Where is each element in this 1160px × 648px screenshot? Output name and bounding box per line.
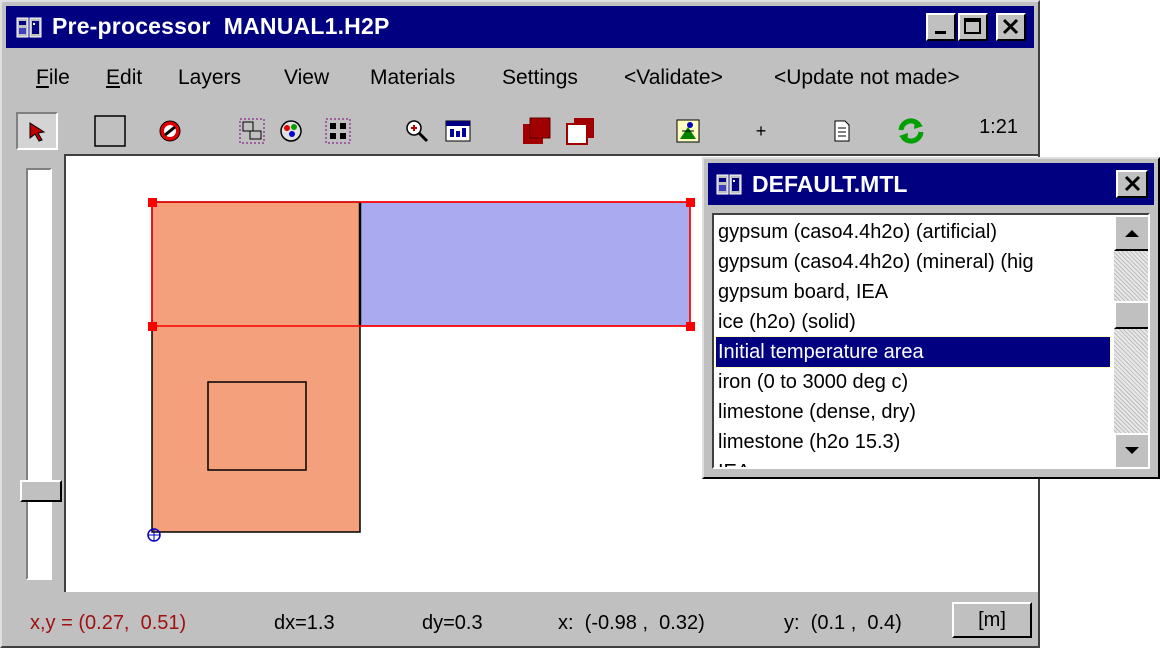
- dy-value: dy=0.3: [422, 612, 483, 634]
- list-item[interactable]: gypsum board, IEA: [718, 277, 1118, 307]
- origin-marker-icon: [147, 528, 161, 542]
- list-item-selected[interactable]: Initial temperature area: [715, 336, 1111, 368]
- grid-button[interactable]: [320, 112, 356, 150]
- materials-close-button[interactable]: [1116, 170, 1148, 198]
- orange-region[interactable]: [151, 201, 361, 533]
- dx-value: dx=1.3: [274, 612, 335, 634]
- palette-button[interactable]: [274, 112, 308, 150]
- arrow-up-icon: [1125, 230, 1139, 237]
- selection-handle[interactable]: [148, 322, 157, 331]
- run-button[interactable]: [670, 112, 706, 150]
- menu-materials[interactable]: Materials: [370, 66, 455, 90]
- bring-front-button[interactable]: [518, 112, 556, 150]
- send-back-button[interactable]: [562, 112, 600, 150]
- selection-handle[interactable]: [686, 198, 695, 207]
- vertical-scrollbar[interactable]: [1114, 215, 1148, 467]
- time-readout: 1:21: [979, 116, 1018, 138]
- layers-button[interactable]: [234, 112, 270, 150]
- menu-file[interactable]: File: [36, 66, 70, 90]
- selection-handle[interactable]: [148, 198, 157, 207]
- page-icon: [834, 120, 850, 142]
- x-range: x: (-0.98 , 0.32): [558, 612, 705, 634]
- select-tool-button[interactable]: [16, 112, 58, 150]
- scroll-down-button[interactable]: [1114, 433, 1148, 467]
- status-bar: x,y = (0.27, 0.51) dx=1.3 dy=0.3 x: (-0.…: [6, 594, 1036, 646]
- list-item[interactable]: IEA: [718, 457, 1118, 467]
- menu-view[interactable]: View: [284, 66, 329, 90]
- maximize-icon: [964, 18, 981, 34]
- fill-back-icon: [566, 118, 594, 145]
- minimize-icon: [935, 31, 946, 34]
- list-item[interactable]: limestone (h2o 15.3): [718, 427, 1118, 457]
- maximize-button[interactable]: [958, 13, 988, 41]
- materials-list[interactable]: gypsum (caso4.4h2o) (artificial) gypsum …: [712, 213, 1150, 469]
- window-icon: [445, 120, 471, 142]
- minimize-button[interactable]: [926, 13, 956, 41]
- close-icon: [1002, 18, 1019, 35]
- refresh-button[interactable]: [892, 112, 930, 150]
- list-item[interactable]: ice (h2o) (solid): [718, 307, 1118, 337]
- menu-edit[interactable]: Edit: [106, 66, 142, 90]
- list-item[interactable]: gypsum (caso4.4h2o) (artificial): [718, 217, 1118, 247]
- zoom-button[interactable]: [400, 112, 434, 150]
- close-button[interactable]: [996, 13, 1026, 41]
- app-icon: [16, 17, 42, 38]
- scroll-thumb[interactable]: [1114, 301, 1148, 329]
- materials-dialog: DEFAULT.MTL gypsum (caso4.4h2o) (artific…: [702, 157, 1160, 479]
- menu-update[interactable]: <Update not made>: [774, 66, 960, 90]
- run-icon: [676, 119, 700, 143]
- title-bar[interactable]: Pre-processor MANUAL1.H2P: [6, 6, 1034, 48]
- arrow-down-icon: [1125, 447, 1139, 454]
- select-arrow-icon: [29, 122, 46, 142]
- materials-title: DEFAULT.MTL: [752, 171, 908, 197]
- close-icon: [1124, 175, 1141, 192]
- window-title: Pre-processor MANUAL1.H2P: [52, 13, 390, 39]
- list-item[interactable]: gypsum (caso4.4h2o) (mineral) (hig: [718, 247, 1118, 277]
- toolbar: + 1:21: [16, 112, 1034, 152]
- scroll-up-button[interactable]: [1114, 215, 1148, 251]
- grid-icon: [325, 118, 351, 144]
- zoom-slider-track[interactable]: [26, 168, 52, 580]
- app-icon: [716, 174, 742, 195]
- cursor-coordinates: x,y = (0.27, 0.51): [30, 612, 187, 634]
- zoom-slider-thumb[interactable]: [20, 480, 62, 502]
- window-view-button[interactable]: [440, 112, 476, 150]
- list-item[interactable]: limestone (dense, dry): [718, 397, 1118, 427]
- menu-settings[interactable]: Settings: [502, 66, 578, 90]
- delete-tool-button[interactable]: [152, 112, 188, 150]
- y-range: y: (0.1 , 0.4): [784, 612, 902, 634]
- menu-validate[interactable]: <Validate>: [624, 66, 723, 90]
- materials-title-bar[interactable]: DEFAULT.MTL: [708, 163, 1154, 205]
- zoom-icon: [406, 120, 429, 143]
- menu-bar: File Edit Layers View Materials Settings…: [6, 50, 1034, 110]
- menu-layers[interactable]: Layers: [178, 66, 241, 90]
- layers-icon: [239, 118, 265, 144]
- page-button[interactable]: [826, 112, 858, 150]
- palette-icon: [280, 120, 302, 142]
- no-entry-icon: [159, 120, 181, 142]
- fill-front-icon: [523, 117, 551, 144]
- rectangle-tool-icon: [94, 115, 126, 147]
- add-button[interactable]: +: [746, 112, 776, 150]
- refresh-icon: [898, 118, 924, 144]
- blue-region[interactable]: [359, 201, 691, 327]
- selection-handle[interactable]: [686, 322, 695, 331]
- list-item[interactable]: iron (0 to 3000 deg c): [718, 367, 1118, 397]
- rectangle-tool-button[interactable]: [90, 112, 130, 150]
- unit-button[interactable]: [m]: [952, 602, 1032, 638]
